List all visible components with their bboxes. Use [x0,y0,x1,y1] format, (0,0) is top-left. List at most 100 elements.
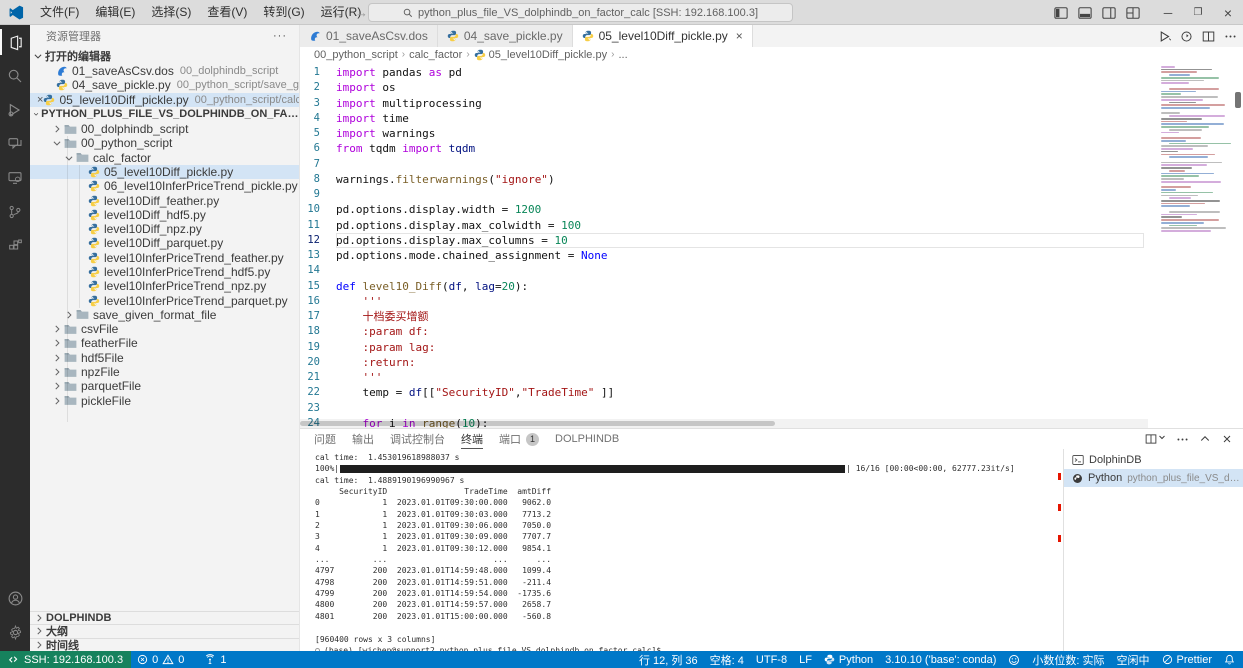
activitybar-account-icon[interactable] [0,581,30,615]
code-line-12[interactable]: 12pd.options.display.max_columns = 10 [300,233,1148,248]
command-center-search[interactable]: python_plus_file_VS_dolphindb_on_factor_… [368,3,793,22]
explorer-more-button[interactable]: ··· [273,30,287,42]
split-terminal-icon[interactable] [1145,433,1166,445]
code-line-2[interactable]: 2import os [300,80,1148,95]
code-line-18[interactable]: 18 :param df: [300,324,1148,339]
code-line-13[interactable]: 13pd.options.mode.chained_assignment = N… [300,248,1148,263]
menu-转到[interactable]: 转到(G) [255,0,312,25]
breadcrumb-item[interactable]: 05_level10Diff_pickle.py [474,49,607,61]
code-line-9[interactable]: 9 [300,187,1148,202]
status-3-10-10-base-conda-[interactable]: 3.10.10 ('base': conda) [879,651,1002,668]
menu-选择[interactable]: 选择(S) [143,0,199,25]
breadcrumb-item[interactable]: calc_factor [409,49,462,61]
code-line-4[interactable]: 4import time [300,111,1148,126]
open-editor-item[interactable]: 04_save_pickle.py00_python_script/save_g… [30,78,299,92]
sidebar-section-DOLPHINDB[interactable]: DOLPHINDB [30,611,299,625]
close-tab-icon[interactable]: × [736,29,743,43]
tree-folder-hdf5File[interactable]: hdf5File [30,351,299,365]
editor-horizontal-scrollbar[interactable] [300,419,1148,428]
code-line-17[interactable]: 17 十档委买增额 [300,309,1148,324]
code-line-8[interactable]: 8warnings.filterwarnings("ignore") [300,172,1148,187]
editor-tab-04_save_pickle.py[interactable]: 04_save_pickle.py [438,25,573,47]
toggle-sidebar-icon[interactable] [1051,0,1071,25]
activitybar-remote-explorer-icon[interactable] [0,161,30,195]
toggle-panel-icon[interactable] [1075,0,1095,25]
status-bell[interactable] [1218,651,1241,668]
activitybar-search-icon[interactable] [0,59,30,93]
run-icon[interactable] [1158,30,1171,43]
terminal-list-item-Python[interactable]: Pythonpython_plus_file_VS_dolphindb_on_f… [1064,469,1243,487]
close-icon[interactable] [1221,433,1233,445]
sidebar-section-时间线[interactable]: 时间线 [30,638,299,652]
terminal-output[interactable]: cal time: 1.453019618988037 s100%|| 16/1… [300,449,1063,651]
code-line-22[interactable]: 22 temp = df[["SecurityID","TradeTime" ]… [300,385,1148,400]
toggle-secondary-sidebar-icon[interactable] [1099,0,1119,25]
maximize-button[interactable]: ❐ [1183,0,1213,25]
editor-vertical-scrollbar[interactable] [1233,62,1243,428]
ports-indicator[interactable]: 1 [198,651,232,668]
tree-folder-parquetFile[interactable]: parquetFile [30,379,299,393]
activitybar-settings-icon[interactable] [0,615,30,649]
menu-编辑[interactable]: 编辑(E) [87,0,143,25]
nav-forward-icon[interactable]: → [355,5,368,20]
tree-folder-npzFile[interactable]: npzFile [30,365,299,379]
status-空闲中[interactable]: 空闲中 [1111,651,1156,668]
tree-file-level10InferPriceTrend_hdf5.py[interactable]: level10InferPriceTrend_hdf5.py [30,265,299,279]
code-line-16[interactable]: 16 ''' [300,294,1148,309]
panel-tab-端口[interactable]: 端口1 [499,429,539,449]
activitybar-explorer-icon[interactable] [0,25,30,59]
code-editor[interactable]: 1import pandas as pd2import os3import mu… [300,62,1243,428]
code-line-10[interactable]: 10pd.options.display.width = 1200 [300,202,1148,217]
tree-file-level10InferPriceTrend_parquet.py[interactable]: level10InferPriceTrend_parquet.py [30,293,299,307]
tree-folder-00_dolphindb_script[interactable]: 00_dolphindb_script [30,122,299,136]
panel-tab-问题[interactable]: 问题 [314,429,336,449]
minimize-button[interactable]: ─ [1153,0,1183,25]
more-icon[interactable] [1224,30,1237,43]
customize-layout-icon[interactable] [1123,0,1143,25]
code-line-19[interactable]: 19 :param lag: [300,340,1148,355]
split-editor-icon[interactable] [1202,30,1215,43]
status-小数位数-实际[interactable]: 小数位数: 实际 [1026,651,1110,668]
code-line-23[interactable]: 23 [300,401,1148,416]
breadcrumb-item[interactable]: 00_python_script [314,49,398,61]
editor-tab-01_saveAsCsv.dos[interactable]: 01_saveAsCsv.dos [300,25,438,47]
code-line-11[interactable]: 11pd.options.display.max_colwidth = 100 [300,218,1148,233]
tree-folder-csvFile[interactable]: csvFile [30,322,299,336]
code-line-1[interactable]: 1import pandas as pd [300,65,1148,80]
sidebar-section-大纲[interactable]: 大纲 [30,624,299,638]
activitybar-run-debug-icon[interactable] [0,93,30,127]
workspace-header[interactable]: PYTHON_PLUS_FILE_VS_DOLPHINDB_ON_FACTOR_… [30,107,299,122]
tree-file-level10Diff_hdf5.py[interactable]: level10Diff_hdf5.py [30,208,299,222]
sync-icon[interactable] [1180,30,1193,43]
tree-folder-00_python_script[interactable]: 00_python_script [30,136,299,150]
tree-file-level10Diff_feather.py[interactable]: level10Diff_feather.py [30,193,299,207]
open-editor-item[interactable]: 01_saveAsCsv.dos00_dolphindb_script [30,64,299,78]
tree-folder-pickleFile[interactable]: pickleFile [30,394,299,408]
code-line-21[interactable]: 21 ''' [300,370,1148,385]
tree-file-level10Diff_parquet.py[interactable]: level10Diff_parquet.py [30,236,299,250]
tree-file-05_level10Diff_pickle.py[interactable]: 05_level10Diff_pickle.py [30,165,299,179]
status-行-12-列-36[interactable]: 行 12, 列 36 [633,651,704,668]
code-line-20[interactable]: 20 :return: [300,355,1148,370]
open-editor-item[interactable]: ×05_level10Diff_pickle.py00_python_scrip… [30,93,299,107]
panel-tab-调试控制台[interactable]: 调试控制台 [390,429,445,449]
tree-folder-featherFile[interactable]: featherFile [30,336,299,350]
status-python[interactable]: Python [818,651,879,668]
code-line-3[interactable]: 3import multiprocessing [300,96,1148,111]
panel-tab-终端[interactable]: 终端 [461,429,483,449]
menu-文件[interactable]: 文件(F) [32,0,87,25]
breadcrumb[interactable]: 00_python_script›calc_factor›05_level10D… [300,47,1243,62]
panel-tab-DOLPHINDB[interactable]: DOLPHINDB [555,429,619,449]
status-lf[interactable]: LF [793,651,818,668]
activitybar-source-control-icon[interactable] [0,195,30,229]
breadcrumb-item[interactable]: ... [618,49,627,61]
status-utf-8[interactable]: UTF-8 [750,651,793,668]
close-window-button[interactable]: × [1213,0,1243,25]
tree-folder-calc_factor[interactable]: calc_factor [30,150,299,164]
code-line-6[interactable]: 6from tqdm import tqdm [300,141,1148,156]
editor-tab-05_level10Diff_pickle.py[interactable]: 05_level10Diff_pickle.py× [573,25,753,47]
remote-indicator[interactable]: SSH: 192.168.100.3 [0,651,131,668]
status-smiley[interactable] [1002,651,1026,668]
minimap[interactable] [1155,62,1233,428]
panel-tab-输出[interactable]: 输出 [352,429,374,449]
